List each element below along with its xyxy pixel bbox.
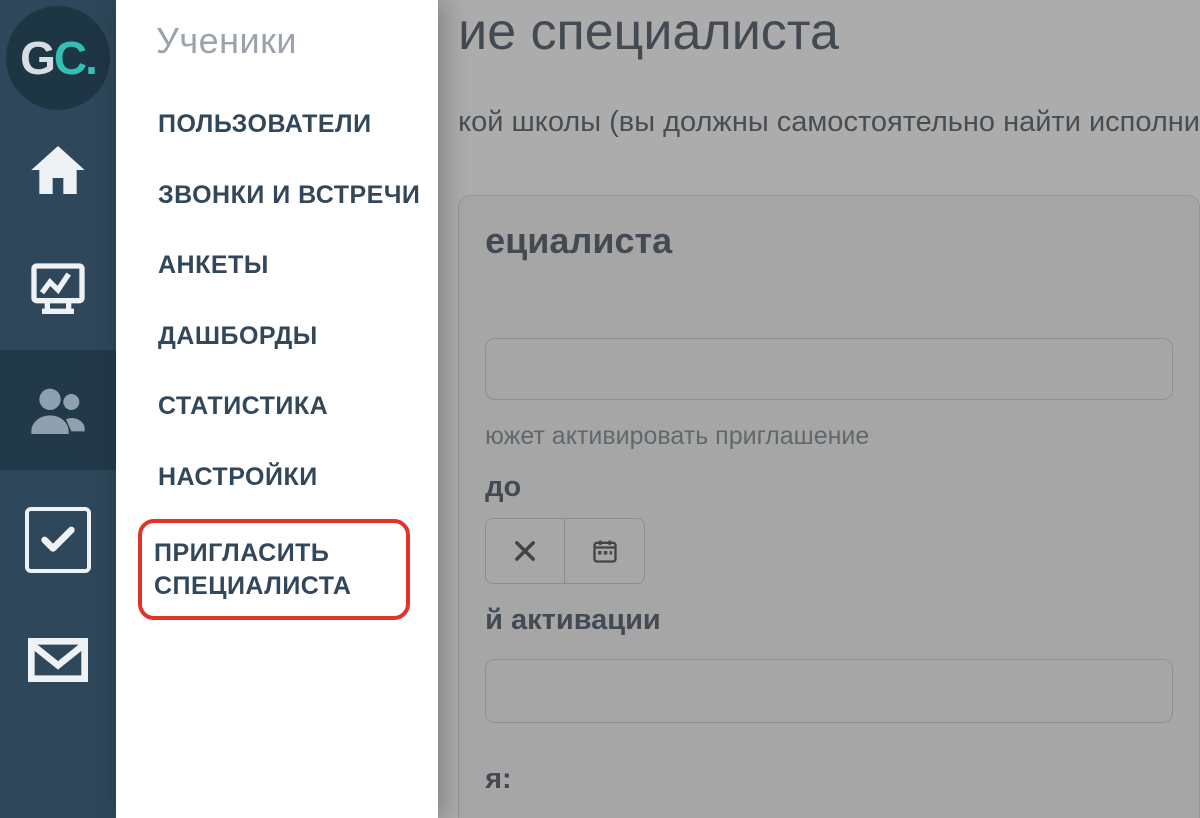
- nav-home[interactable]: [0, 110, 116, 230]
- nav-students[interactable]: [0, 350, 116, 470]
- mail-icon: [26, 628, 90, 692]
- nav-mail[interactable]: [0, 600, 116, 720]
- logo-text: GC.: [20, 31, 96, 85]
- icon-rail: GC.: [0, 0, 116, 818]
- nav-tasks[interactable]: [0, 480, 116, 600]
- main-content: ие специалиста кой школы (вы должны само…: [438, 0, 1200, 818]
- users-group-icon: [26, 378, 90, 442]
- checkbox-frame: [25, 507, 91, 573]
- presentation-chart-icon: [26, 258, 90, 322]
- sidebar-item-statistics[interactable]: СТАТИСТИКА: [156, 378, 428, 435]
- dim-overlay: [438, 0, 1200, 818]
- check-icon: [38, 520, 78, 560]
- sidebar-item-calls[interactable]: ЗВОНКИ И ВСТРЕЧИ: [156, 167, 428, 224]
- sidebar-item-settings[interactable]: НАСТРОЙКИ: [156, 449, 428, 506]
- logo[interactable]: GC.: [6, 6, 110, 110]
- sidebar-item-dashboards[interactable]: ДАШБОРДЫ: [156, 308, 428, 365]
- sidebar-item-users[interactable]: ПОЛЬЗОВАТЕЛИ: [156, 96, 428, 153]
- sidebar-item-invite-specialist[interactable]: ПРИГЛАСИТЬ СПЕЦИАЛИСТА: [138, 519, 410, 620]
- nav-dashboard[interactable]: [0, 230, 116, 350]
- sidebar-item-surveys[interactable]: АНКЕТЫ: [156, 237, 428, 294]
- home-icon: [26, 138, 90, 202]
- sidebar-section-title: Ученики: [156, 20, 428, 62]
- secondary-sidebar: Ученики ПОЛЬЗОВАТЕЛИ ЗВОНКИ И ВСТРЕЧИ АН…: [116, 0, 438, 818]
